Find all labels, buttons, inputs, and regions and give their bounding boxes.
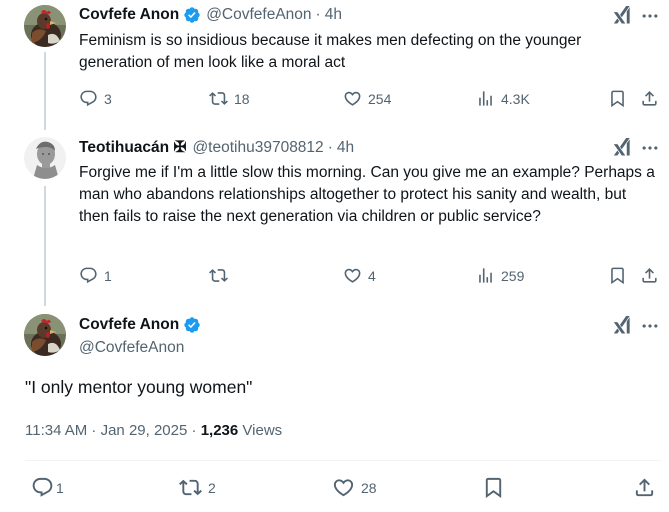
reply-count: 1	[56, 479, 64, 496]
tweet-meta: 11:34 AM · Jan 29, 2025 · 1,236 Views	[25, 422, 282, 439]
like-button[interactable]: 4	[343, 266, 376, 285]
display-name[interactable]: Teotihuacán ✠	[79, 138, 186, 157]
tweet-text: Feminism is so insidious because it make…	[79, 32, 582, 71]
divider	[25, 460, 661, 461]
share-icon	[640, 89, 659, 108]
retweet-icon	[209, 89, 228, 108]
thread-line	[44, 186, 46, 306]
handle[interactable]: @teotihu39708812	[192, 139, 323, 157]
reply-icon	[31, 476, 54, 499]
timestamp[interactable]: 4h	[337, 139, 354, 157]
reply-count: 1	[104, 267, 112, 284]
tweet-header: Covfefe Anon	[79, 316, 201, 334]
views-count: 4.3K	[501, 90, 530, 107]
reply-button[interactable]: 3	[79, 89, 112, 108]
grok-icon[interactable]	[612, 316, 632, 336]
timestamp[interactable]: 11:34 AM · Jan 29, 2025	[25, 422, 187, 439]
retweet-button[interactable]: 2	[179, 476, 216, 499]
like-count: 4	[368, 267, 376, 284]
views-button[interactable]: 4.3K	[476, 89, 530, 108]
retweet-count: 2	[208, 479, 216, 496]
display-name[interactable]: Covfefe Anon	[79, 6, 179, 24]
share-icon	[633, 476, 656, 499]
like-count: 28	[361, 479, 377, 496]
handle[interactable]: @CovfefeAnon	[79, 339, 184, 357]
views-button[interactable]: 259	[476, 266, 524, 285]
like-icon	[343, 266, 362, 285]
retweet-count: 18	[234, 90, 250, 107]
verified-badge-icon	[183, 6, 201, 24]
more-icon[interactable]	[640, 138, 660, 158]
verified-badge-icon	[183, 316, 201, 334]
views-icon	[476, 266, 495, 285]
retweet-icon	[209, 266, 228, 285]
share-button[interactable]	[640, 266, 659, 285]
timestamp[interactable]: 4h	[325, 6, 342, 24]
reply-icon	[79, 89, 98, 108]
more-icon[interactable]	[640, 316, 660, 336]
separator-dot: ·	[191, 422, 197, 439]
tweet-text: Forgive me if I'm a little slow this mor…	[79, 164, 655, 225]
views-icon	[476, 89, 495, 108]
separator-dot: ·	[327, 138, 333, 156]
bookmark-button[interactable]	[608, 89, 627, 108]
retweet-button[interactable]: 18	[209, 89, 250, 108]
bookmark-icon	[608, 89, 627, 108]
views-count: 259	[501, 267, 525, 284]
views-count: 1,236	[200, 422, 239, 439]
like-count: 254	[368, 90, 392, 107]
avatar[interactable]	[24, 137, 66, 179]
share-button[interactable]	[640, 89, 659, 108]
bookmark-button[interactable]	[608, 266, 627, 285]
avatar[interactable]	[24, 314, 66, 356]
tweet-header: Covfefe Anon @CovfefeAnon · 4h	[79, 6, 342, 24]
share-icon	[640, 266, 659, 285]
avatar[interactable]	[24, 5, 66, 47]
handle[interactable]: @CovfefeAnon	[206, 6, 311, 24]
tweet-text: "I only mentor young women"	[25, 377, 253, 397]
reply-button[interactable]: 1	[79, 266, 112, 285]
separator-dot: ·	[315, 6, 321, 23]
reply-count: 3	[104, 90, 112, 107]
bookmark-button[interactable]	[482, 476, 505, 499]
retweet-button[interactable]	[209, 266, 234, 285]
tweet-header: Teotihuacán ✠ @teotihu39708812 · 4h	[79, 138, 354, 157]
like-button[interactable]: 254	[343, 89, 391, 108]
display-name[interactable]: Covfefe Anon	[79, 316, 179, 334]
like-icon	[332, 476, 355, 499]
share-button[interactable]	[633, 476, 656, 499]
reply-icon	[79, 266, 98, 285]
grok-icon[interactable]	[612, 6, 632, 26]
reply-button[interactable]: 1	[31, 476, 64, 499]
bookmark-icon	[482, 476, 505, 499]
bookmark-icon	[608, 266, 627, 285]
like-icon	[343, 89, 362, 108]
views-label: Views	[242, 422, 283, 439]
like-button[interactable]: 28	[332, 476, 377, 499]
more-icon[interactable]	[640, 6, 660, 26]
thread-line	[44, 52, 46, 130]
retweet-icon	[179, 476, 202, 499]
grok-icon[interactable]	[612, 138, 632, 158]
